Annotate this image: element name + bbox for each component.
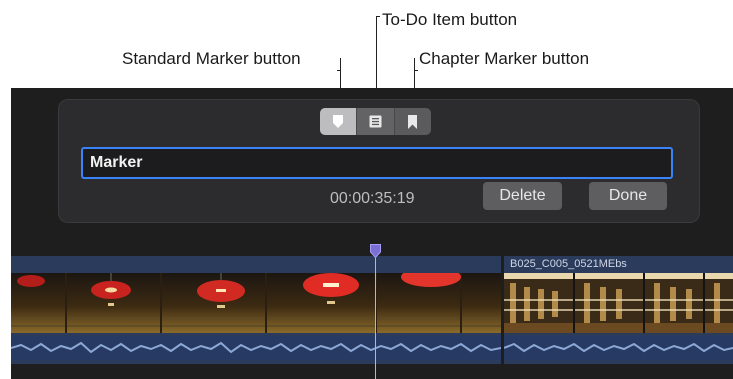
chapter-callout-label: Chapter Marker button <box>419 49 590 68</box>
marker-timecode: 00:00:35:19 <box>330 190 415 207</box>
todo-callout-label: To-Do Item button <box>382 10 518 29</box>
playhead[interactable] <box>375 248 376 379</box>
delete-button[interactable]: Delete <box>483 182 562 210</box>
marker-indicator[interactable] <box>370 244 381 258</box>
clip-2-audio-waveform <box>504 336 733 360</box>
timeline-clip-1[interactable] <box>11 256 501 364</box>
chapter-leader-tick <box>414 70 418 71</box>
clip-2-filmstrip <box>504 273 733 333</box>
chapter-marker-icon <box>408 114 418 129</box>
done-button[interactable]: Done <box>589 182 667 210</box>
marker-type-segmented-control <box>320 108 431 135</box>
todo-leader-tick <box>376 16 380 17</box>
chapter-marker-button[interactable] <box>395 108 431 135</box>
standard-leader-tick <box>337 70 341 71</box>
clip-1-filmstrip <box>11 273 501 333</box>
timeline-window: Marker 00:00:35:19 Delete Done B025_C005… <box>11 88 733 379</box>
timeline-clip-2[interactable]: B025_C005_0521MEbs <box>504 256 733 364</box>
todo-item-icon <box>369 115 382 128</box>
standard-marker-button[interactable] <box>320 108 357 135</box>
clip-2-name: B025_C005_0521MEbs <box>510 258 627 270</box>
standard-callout-label: Standard Marker button <box>122 49 301 68</box>
todo-item-button[interactable] <box>356 108 395 135</box>
clip-1-audio-waveform <box>11 336 501 360</box>
marker-popover: Marker 00:00:35:19 Delete Done <box>59 100 699 222</box>
marker-name-field[interactable]: Marker <box>81 147 673 179</box>
standard-marker-icon <box>333 115 344 128</box>
